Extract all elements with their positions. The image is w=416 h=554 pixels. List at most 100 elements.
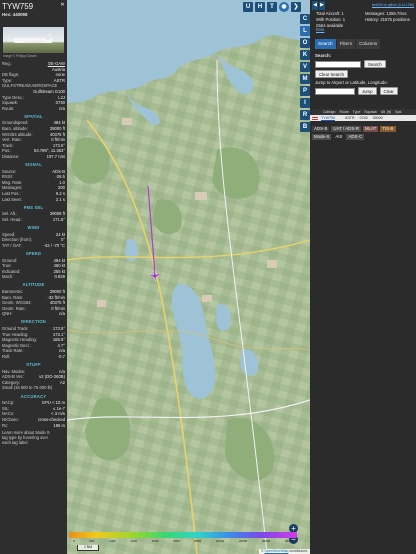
chip-tisb[interactable]: TIS-B	[380, 126, 396, 133]
chip-mlat[interactable]: MLAT	[362, 126, 379, 133]
map-attribution: © OpenStreetMap contributors.	[259, 549, 310, 554]
l-button[interactable]: L	[300, 26, 310, 36]
legend-tick: 40000+	[284, 539, 295, 543]
info-row-signal: Last Seen: 2.1 s	[2, 197, 65, 203]
tab-columns[interactable]: Columns	[356, 39, 381, 50]
sidebar-top: ◀ ▶ tar1090 on github (3.14.1766)	[310, 0, 416, 11]
legend-tick: 8000	[194, 539, 202, 543]
legend-tick: 6000	[173, 539, 180, 543]
info-row-direction: Roll: -0.7	[2, 354, 65, 360]
table-header-cell[interactable]: Spd.	[395, 109, 402, 115]
stats-available: Stats available here	[316, 23, 365, 34]
sidebar-tabs: Search Filters Columns	[310, 39, 416, 50]
history-count: History: 21875 positions	[365, 16, 410, 22]
clear-row: Clear Search	[315, 70, 411, 79]
chip-ais[interactable]: AIS	[333, 134, 344, 140]
info-value: 0.828	[54, 274, 65, 280]
tab-search[interactable]: Search	[315, 39, 336, 50]
expand-right-icon[interactable]: ▶	[319, 1, 325, 10]
altitude-legend-bar	[69, 532, 297, 538]
jump-input[interactable]	[315, 87, 355, 95]
legend-tick: 2000	[130, 539, 138, 543]
selected-aircraft-panel: TYW759 Hex: 440098 ✕ Image © Philipp Gün…	[0, 0, 67, 554]
k-button[interactable]: K	[300, 50, 310, 60]
info-key: TAT / OAT:	[2, 242, 22, 248]
section-title-stuff: STUFF	[26, 362, 41, 368]
tab-filters[interactable]: Filters	[336, 39, 356, 50]
chip-adsc[interactable]: ADS-C	[346, 134, 365, 141]
o-button[interactable]: O	[300, 38, 310, 48]
app-root: TYW759 Hex: 440098 ✕ Image © Philipp Gün…	[0, 0, 416, 554]
clear-search-button[interactable]: Clear Search	[315, 70, 349, 79]
footer-line-3: each tag label	[2, 439, 28, 445]
version-link[interactable]: tar1090 on github (3.14.1766)	[372, 3, 414, 8]
layers-icon[interactable]: ◉	[279, 2, 289, 12]
map-scale: 1 NM	[77, 545, 99, 551]
info-key: Mach:	[2, 274, 14, 280]
info-row-stuff: Small (15 500 to 75 000 lb)	[2, 385, 65, 391]
info-value: n/a	[59, 105, 65, 111]
p-button[interactable]: P	[300, 86, 310, 96]
jump-label: Jump to Airport or Latitude, Longitude:	[315, 80, 388, 86]
info-key: QNH:	[2, 311, 13, 317]
austria-flag-icon	[312, 116, 318, 121]
info-value: 2.1 s	[55, 196, 65, 202]
b-button[interactable]: B	[300, 122, 310, 132]
section-title-direction: DIRECTION	[21, 319, 46, 325]
info-key: Rc:	[2, 422, 9, 428]
chip-adsb[interactable]: ADS-B	[312, 126, 330, 133]
i-button[interactable]: I	[300, 98, 310, 108]
u-button[interactable]: U	[243, 2, 253, 12]
map-canvas[interactable]: U H T ◉ ❯ C L O K V M P I R B + − 0 500 10…	[67, 0, 310, 554]
chip-uat[interactable]: UAT / ADS-R	[331, 126, 361, 133]
search-panel: Search: Search Clear Search Jump to Airp…	[310, 49, 416, 96]
info-value: -0.7	[57, 354, 65, 359]
info-rows: Reg.: OE-GAW Austria DB flags: none Type: ASTR…	[0, 61, 67, 428]
row-squawk: 0740	[359, 116, 368, 121]
info-key: Distance:	[2, 154, 20, 159]
search-button[interactable]: Search	[364, 60, 386, 69]
osm-link[interactable]: OpenStreetMap	[264, 549, 288, 553]
info-row-spatial: Distance: 197.7 nmi	[2, 154, 65, 160]
info-key: Sel. Head.:	[2, 216, 23, 222]
aircraft-callsign: TYW759	[2, 2, 34, 11]
collapse-left-icon[interactable]: ◀	[312, 1, 318, 10]
search-label: Search:	[315, 53, 332, 59]
legend-tick: 500	[89, 539, 95, 543]
row-callsign[interactable]: TYW759	[321, 115, 335, 121]
source-filter-chips: ADS-B UAT / ADS-R MLAT TIS-B Mode-S AIS …	[310, 121, 416, 141]
legend-tick: 1000	[109, 539, 116, 543]
info-row-fms: Sel. Head.: 171.6°	[2, 217, 65, 223]
m-button[interactable]: M	[300, 74, 310, 84]
t-button[interactable]: T	[267, 2, 277, 12]
c-button[interactable]: C	[300, 14, 310, 24]
info-value: 186 m	[53, 422, 65, 428]
section-title-signal: SIGNAL	[24, 162, 43, 168]
info-row-speed: Mach: 0.828	[2, 274, 65, 280]
clear-jump-button[interactable]: Clear	[379, 87, 398, 96]
section-title-fms: FMS SEL	[23, 204, 44, 210]
v-button[interactable]: V	[300, 62, 310, 72]
sidebar-toggle-icon[interactable]: ❯	[291, 2, 301, 12]
sidebar: ◀ ▶ tar1090 on github (3.14.1766) Total …	[310, 0, 416, 554]
aircraft-photo[interactable]	[3, 27, 64, 53]
legend-tick: 10000	[215, 539, 225, 543]
h-button[interactable]: H	[255, 2, 265, 12]
stats-link[interactable]: here	[316, 27, 324, 32]
map-tiles	[67, 0, 310, 554]
close-icon[interactable]: ✕	[60, 2, 65, 8]
info-value: 171.6°	[52, 216, 65, 222]
row-type: ASTR	[344, 116, 355, 121]
r-button[interactable]: R	[300, 110, 310, 120]
legend-tick: 4000	[151, 539, 159, 543]
stats-block: Total Aircraft: 1 Messages: 1359.7/sec W…	[310, 11, 416, 33]
search-input[interactable]	[315, 60, 361, 68]
aircraft-table: Callsign Route Type Squawk Alt. (ft) Spd. TYW…	[310, 109, 416, 122]
chip-modes[interactable]: Mode-S	[312, 134, 332, 141]
legend-tick: 30000	[261, 539, 271, 543]
attrib-suffix: contributors.	[288, 549, 308, 553]
jump-button[interactable]: Jump	[358, 87, 377, 96]
section-title-spatial: SPATIAL	[24, 113, 43, 119]
aircraft-header: TYW759 Hex: 440098 ✕	[0, 0, 67, 21]
section-title-speed: SPEED	[25, 250, 42, 256]
